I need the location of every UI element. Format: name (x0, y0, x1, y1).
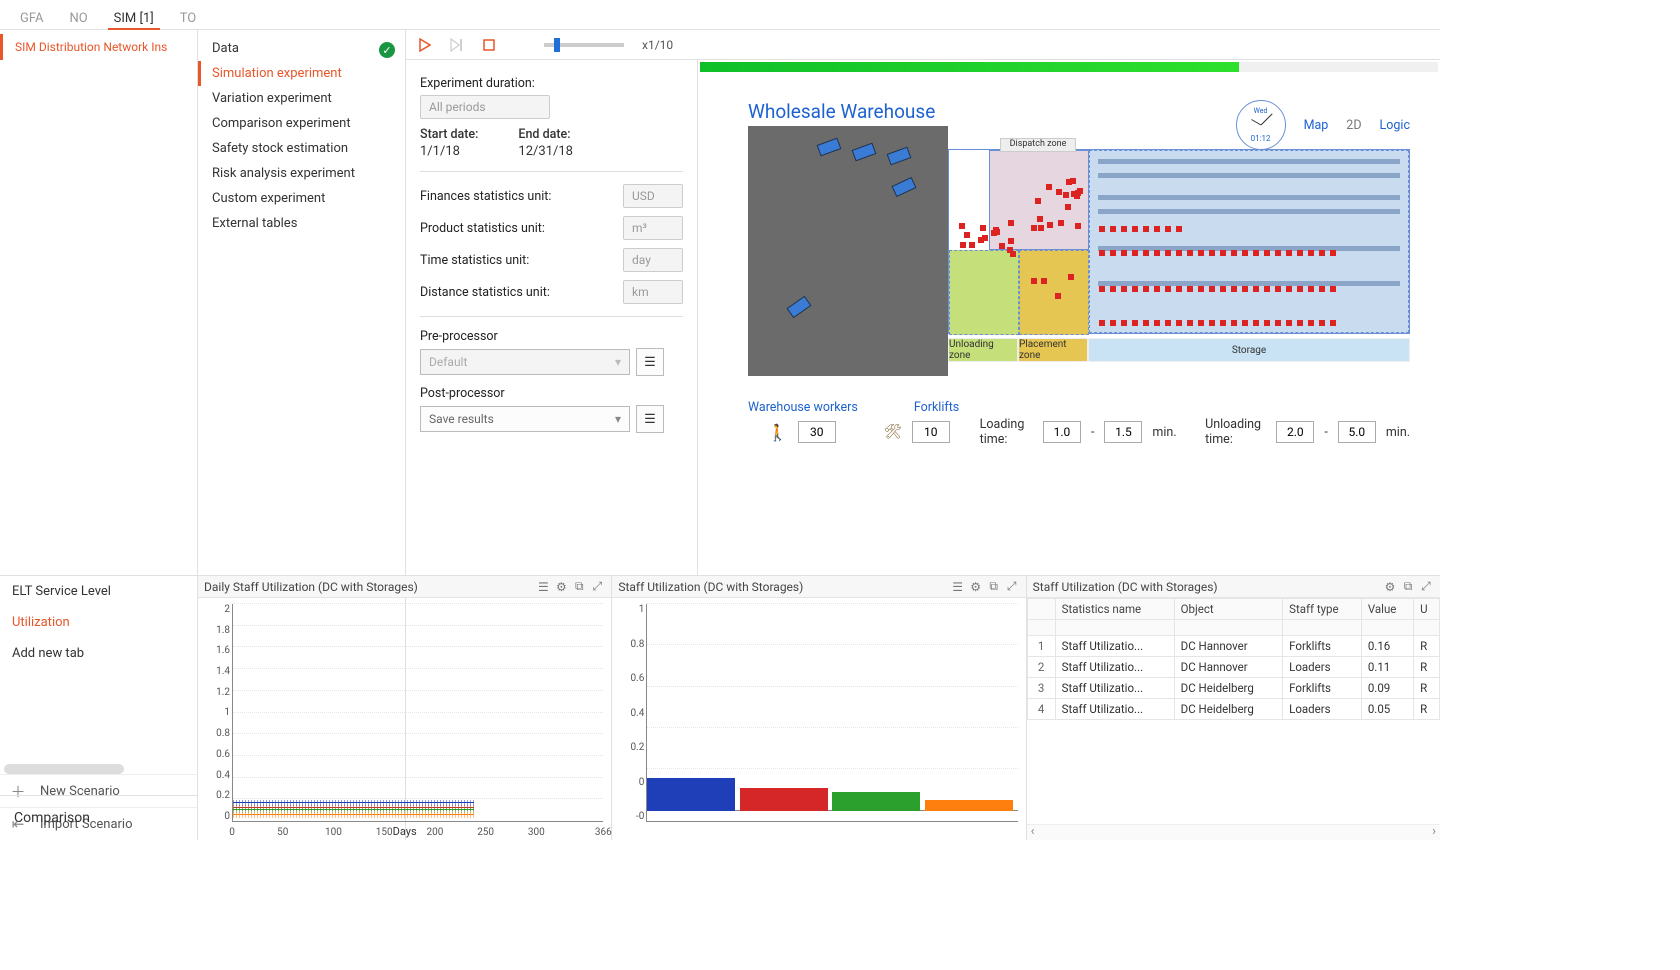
run-toolbar: x1/10 (406, 30, 1440, 60)
post-processor-label: Post-processor (420, 386, 683, 401)
settings-icon[interactable]: ⚙ (553, 579, 569, 595)
loading-time-label: Loading time: (980, 417, 1033, 447)
legend-icon[interactable]: ☰ (535, 579, 551, 595)
dispatch-zone-label: Dispatch zone (1000, 138, 1076, 152)
forklifts-label: Forklifts (914, 400, 959, 415)
top-tabs: GFA NO SIM [1] TO (0, 0, 1440, 30)
duration-input[interactable]: All periods (420, 95, 550, 119)
check-icon: ✓ (379, 42, 395, 58)
time-unit-label: Time statistics unit: (420, 253, 529, 268)
unloading-min-input[interactable] (1276, 421, 1314, 443)
warehouse-layout: Dispatch zone (748, 126, 1410, 345)
worker-icon: 🚶 (768, 423, 788, 442)
finances-unit-input[interactable]: USD (623, 184, 683, 208)
zone-unloading (949, 250, 1019, 335)
daily-utilization-chart: Daily Staff Utilization (DC with Storage… (198, 576, 612, 840)
simulation-viewport[interactable]: Wed 01:12 Map 2D Logic Wholesale Warehou… (698, 60, 1440, 575)
distance-unit-label: Distance statistics unit: (420, 285, 550, 300)
chart-title: Staff Utilization (DC with Storages) (1033, 580, 1380, 594)
workers-input[interactable] (798, 421, 836, 443)
scenario-item[interactable]: SIM Distribution Network Ins (0, 34, 197, 60)
speed-slider[interactable] (544, 43, 624, 47)
chart-title: Daily Staff Utilization (DC with Storage… (204, 580, 533, 594)
tab-to[interactable]: TO (170, 6, 207, 29)
finances-unit-label: Finances statistics unit: (420, 189, 551, 204)
menu-icon: ☰ (644, 355, 656, 370)
loading-unit: min. (1152, 425, 1176, 440)
play-button[interactable] (416, 36, 434, 54)
tab-sim[interactable]: SIM [1] (104, 6, 164, 29)
scenario-sidebar: SIM Distribution Network Ins ＋ New Scena… (0, 30, 198, 840)
legend-storage: Storage (1088, 338, 1410, 362)
copy-icon[interactable]: ⧉ (1400, 579, 1416, 595)
dashboard-row: ELT Service Level Utilization Add new ta… (0, 575, 1440, 840)
exp-variation[interactable]: Variation experiment (198, 86, 405, 111)
post-processor-combo[interactable]: Save results ▾ (420, 406, 630, 432)
menu-icon: ☰ (644, 412, 656, 427)
experiment-properties: Experiment duration: All periods Start d… (406, 60, 698, 575)
exp-risk[interactable]: Risk analysis experiment (198, 161, 405, 186)
chart-title: Staff Utilization (DC with Storages) (618, 580, 947, 594)
x-axis-label: Days (198, 825, 611, 838)
exp-external-tables[interactable]: External tables (198, 211, 405, 236)
forklift-icon: 🛠 (884, 424, 902, 440)
loading-min-input[interactable] (1043, 421, 1081, 443)
loading-max-input[interactable] (1104, 421, 1142, 443)
pre-processor-combo[interactable]: Default ▾ (420, 349, 630, 375)
start-date-label: Start date: (420, 127, 478, 142)
unloading-unit: min. (1386, 425, 1410, 440)
distance-unit-input[interactable]: km (623, 280, 683, 304)
staff-utilization-bar: Staff Utilization (DC with Storages) ☰ ⚙… (612, 576, 1026, 840)
duration-label: Experiment duration: (420, 76, 683, 91)
warehouse-controls: Warehouse workers Forklifts (748, 400, 1410, 415)
zone-storage (1089, 150, 1409, 333)
expand-icon[interactable]: ⤢ (1418, 579, 1434, 595)
exp-custom[interactable]: Custom experiment (198, 186, 405, 211)
pre-processor-label: Pre-processor (420, 329, 683, 344)
step-button[interactable] (448, 36, 466, 54)
exp-data[interactable]: Data ✓ (198, 36, 405, 61)
pre-processor-menu-button[interactable]: ☰ (636, 348, 664, 376)
expand-icon[interactable]: ⤢ (1004, 579, 1020, 595)
end-date-value: 12/31/18 (518, 144, 573, 159)
yard-area (748, 126, 948, 376)
end-date-label: End date: (518, 127, 573, 142)
exp-comparison[interactable]: Comparison experiment (198, 111, 405, 136)
settings-icon[interactable]: ⚙ (968, 579, 984, 595)
warehouse-interior (948, 149, 1410, 334)
settings-icon[interactable]: ⚙ (1382, 579, 1398, 595)
tab-gfa[interactable]: GFA (10, 6, 53, 29)
horizontal-scrollbar[interactable] (4, 764, 124, 774)
progress-bar (700, 62, 1438, 72)
comparison-button[interactable]: Comparison (0, 795, 197, 840)
stop-button[interactable] (480, 36, 498, 54)
table-horizontal-scrollbar[interactable] (1027, 824, 1440, 840)
legend-icon[interactable]: ☰ (950, 579, 966, 595)
copy-icon[interactable]: ⧉ (571, 579, 587, 595)
product-unit-input[interactable]: m³ (623, 216, 683, 240)
staff-utilization-table: Staff Utilization (DC with Storages) ⚙ ⧉… (1027, 576, 1440, 840)
expand-icon[interactable]: ⤢ (589, 579, 605, 595)
tab-no[interactable]: NO (59, 6, 97, 29)
speed-label: x1/10 (642, 38, 673, 52)
warehouse-params-row: 🚶 🛠 Loading time: - min. Unloading time:… (748, 417, 1410, 447)
product-unit-label: Product statistics unit: (420, 221, 545, 236)
unloading-max-input[interactable] (1338, 421, 1376, 443)
unloading-time-label: Unloading time: (1205, 417, 1266, 447)
forklifts-input[interactable] (912, 421, 950, 443)
legend-placement: Placement zone (1018, 338, 1088, 362)
copy-icon[interactable]: ⧉ (986, 579, 1002, 595)
exp-simulation[interactable]: Simulation experiment (198, 61, 405, 86)
post-processor-menu-button[interactable]: ☰ (636, 405, 664, 433)
chevron-down-icon: ▾ (615, 355, 621, 369)
zone-placement (1019, 250, 1089, 335)
chevron-down-icon: ▾ (615, 412, 621, 426)
workers-label: Warehouse workers (748, 400, 858, 415)
time-unit-input[interactable]: day (623, 248, 683, 272)
exp-safety-stock[interactable]: Safety stock estimation (198, 136, 405, 161)
start-date-value: 1/1/18 (420, 144, 478, 159)
legend-unloading: Unloading zone (948, 338, 1018, 362)
